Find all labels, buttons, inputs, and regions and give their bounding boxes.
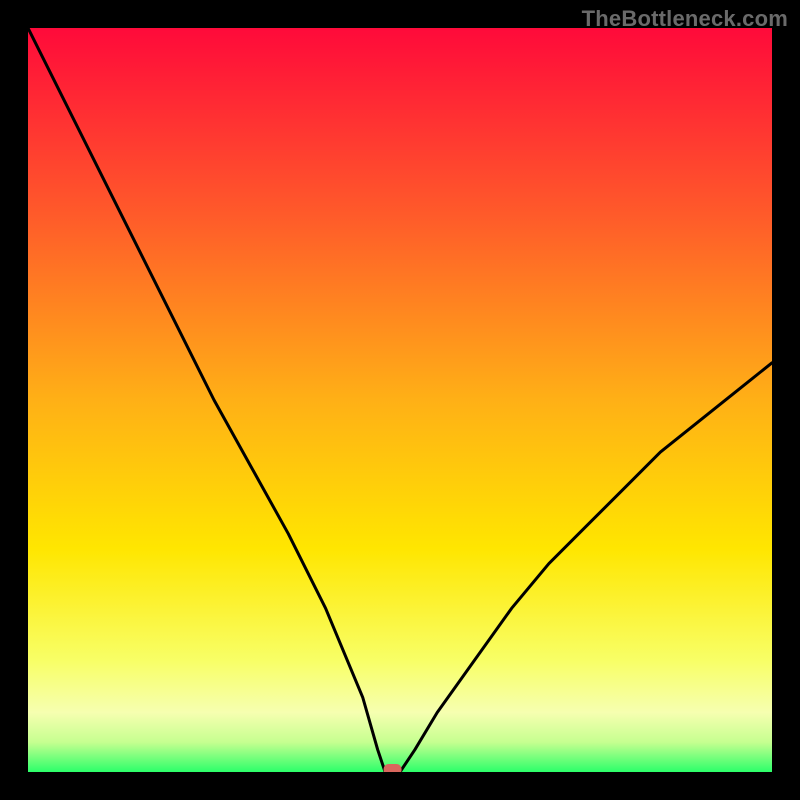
watermark-text: TheBottleneck.com [582,6,788,32]
plot-area [28,28,772,772]
chart-svg [28,28,772,772]
optimal-marker [384,764,402,772]
gradient-background [28,28,772,772]
chart-frame: TheBottleneck.com [0,0,800,800]
